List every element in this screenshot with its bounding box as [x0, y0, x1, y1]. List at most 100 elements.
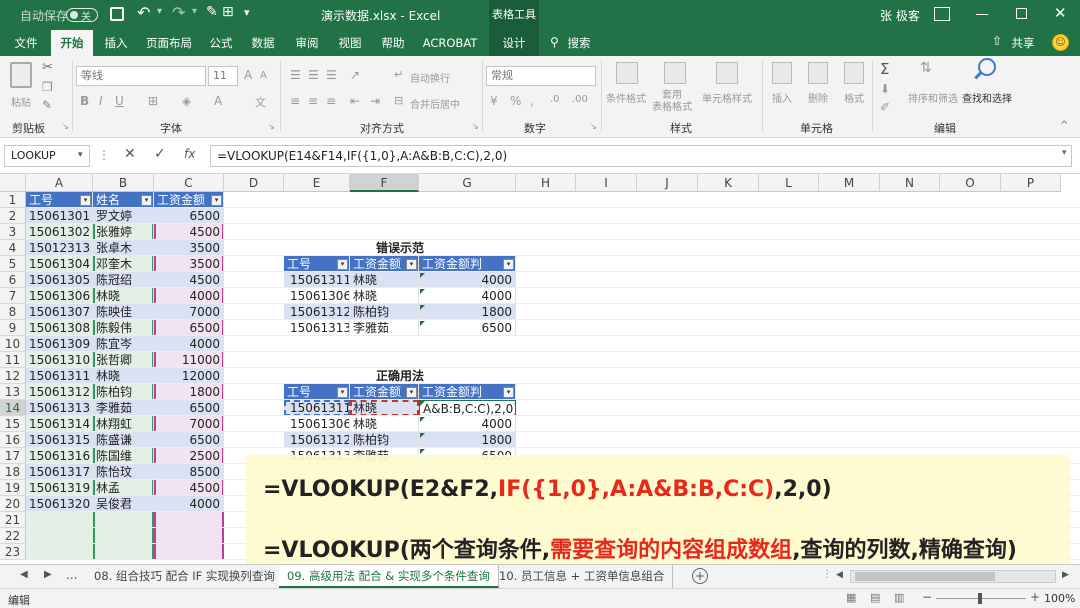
table-cell[interactable]: 15061302 — [26, 224, 93, 240]
table-cell[interactable]: 陈毅伟 — [93, 320, 154, 336]
fill-color-icon[interactable]: ◈ — [182, 94, 191, 108]
font-launcher-icon[interactable]: ↘ — [268, 122, 275, 131]
scroll-left-icon[interactable]: ◀ — [836, 570, 843, 580]
table-cell[interactable]: 吴俊君 — [93, 496, 154, 512]
filter-dropdown-icon[interactable]: ▾ — [211, 195, 222, 206]
table-cell[interactable]: 15061305 — [26, 272, 93, 288]
maximize-icon[interactable] — [1016, 8, 1027, 19]
table-cell[interactable]: 林晓 — [93, 288, 154, 304]
table-cell[interactable]: 3500 — [154, 240, 224, 256]
next-sheet-icon[interactable]: ▶ — [44, 569, 52, 580]
column-header-e[interactable]: E — [284, 174, 350, 192]
wrong-table-cell[interactable]: 1800 — [419, 304, 516, 320]
bold-icon[interactable]: B — [80, 94, 89, 108]
tab-file[interactable]: 文件 — [6, 30, 46, 56]
table-cell[interactable]: 林晓 — [93, 368, 154, 384]
table-cell[interactable]: 张卓木 — [93, 240, 154, 256]
align-center-icon[interactable]: ≡ — [308, 94, 318, 108]
correct-table-cell[interactable]: 林晓 — [350, 416, 419, 432]
font-color-icon[interactable]: A — [214, 94, 222, 108]
table-cell[interactable]: 2500 — [154, 448, 224, 464]
tab-insert[interactable]: 插入 — [98, 30, 134, 56]
row-header-14[interactable]: 14 — [0, 400, 26, 416]
tab-design[interactable]: 设计 — [489, 30, 539, 56]
table-cell[interactable]: 15061304 — [26, 256, 93, 272]
tab-split-icon[interactable]: ⋮ — [822, 569, 832, 580]
filter-dropdown-icon[interactable]: ▾ — [406, 387, 417, 398]
column-header-i[interactable]: I — [576, 174, 637, 192]
insert-cells-button[interactable]: 插入 — [772, 90, 792, 105]
sheet-tab-08[interactable]: 08. 组合技巧 配合 IF 实现换列查询 — [86, 565, 284, 588]
table-cell[interactable]: 15061307 — [26, 304, 93, 320]
table-cell[interactable]: 6500 — [154, 432, 224, 448]
clipboard-launcher-icon[interactable]: ↘ — [62, 122, 69, 131]
more-sheets[interactable]: ... — [66, 568, 77, 582]
tab-help[interactable]: 帮助 — [376, 30, 410, 56]
autosum-icon[interactable]: Σ — [880, 60, 889, 78]
row-header-4[interactable]: 4 — [0, 240, 26, 256]
table-cell[interactable]: 4000 — [154, 288, 224, 304]
autosave-toggle[interactable]: 关 — [66, 8, 98, 23]
tab-view[interactable]: 视图 — [333, 30, 367, 56]
column-header-n[interactable]: N — [880, 174, 940, 192]
row-header-6[interactable]: 6 — [0, 272, 26, 288]
table-cell[interactable]: 15061312 — [26, 384, 93, 400]
row-header-18[interactable]: 18 — [0, 464, 26, 480]
table-cell[interactable]: 7000 — [154, 304, 224, 320]
customize-qat-icon[interactable]: ▾ — [244, 6, 250, 19]
increase-font-icon[interactable]: A — [244, 68, 252, 82]
cancel-icon[interactable]: ✕ — [124, 146, 136, 162]
format-painter-ribbon-icon[interactable]: ✎ — [42, 98, 52, 112]
row-header-9[interactable]: 9 — [0, 320, 26, 336]
decrease-decimal-icon[interactable]: .00 — [572, 94, 588, 105]
minimize-icon[interactable] — [976, 14, 988, 15]
column-header-c[interactable]: C — [154, 174, 224, 192]
tab-formulas[interactable]: 公式 — [204, 30, 238, 56]
row-header-5[interactable]: 5 — [0, 256, 26, 272]
smiley-feedback-icon[interactable]: ☺ — [1052, 34, 1069, 51]
underline-icon[interactable]: U — [115, 94, 124, 108]
redo-icon[interactable]: ↷ — [172, 3, 185, 22]
conditional-format-button[interactable]: 条件格式 — [606, 90, 646, 105]
row-header-2[interactable]: 2 — [0, 208, 26, 224]
table-cell[interactable]: 15061311 — [26, 368, 93, 384]
filter-dropdown-icon[interactable]: ▾ — [503, 387, 514, 398]
tab-home[interactable]: 开始 — [51, 30, 93, 56]
tab-page-layout[interactable]: 页面布局 — [141, 30, 197, 56]
format-cells-icon[interactable] — [844, 62, 864, 84]
wrong-table-cell[interactable]: 4000 — [419, 272, 516, 288]
align-left-icon[interactable]: ≡ — [290, 94, 300, 108]
table-cell[interactable]: 15061315 — [26, 432, 93, 448]
column-header-o[interactable]: O — [940, 174, 1001, 192]
wrong-table-cell[interactable]: 陈柏钧 — [350, 304, 419, 320]
row-header-20[interactable]: 20 — [0, 496, 26, 512]
table-cell[interactable]: 15061314 — [26, 416, 93, 432]
name-box-dropdown-icon[interactable]: ▾ — [78, 150, 83, 160]
table-cell[interactable]: 15061320 — [26, 496, 93, 512]
wrong-table-cell[interactable]: 15061311 — [284, 272, 350, 288]
undo-dropdown-icon[interactable]: ▾ — [157, 6, 162, 17]
merge-center-button[interactable]: 合并后居中 — [410, 96, 460, 111]
table-cell[interactable]: 4000 — [154, 496, 224, 512]
zoom-thumb[interactable] — [978, 593, 982, 604]
row-header-13[interactable]: 13 — [0, 384, 26, 400]
row-header-12[interactable]: 12 — [0, 368, 26, 384]
tab-data[interactable]: 数据 — [246, 30, 280, 56]
increase-indent-icon[interactable]: ⇥ — [370, 94, 380, 108]
filter-dropdown-icon[interactable]: ▾ — [337, 259, 348, 270]
column-header-p[interactable]: P — [1001, 174, 1061, 192]
editing-cell-g14[interactable]: A&B:B,C:C),2,0) — [419, 400, 516, 416]
row-header-7[interactable]: 7 — [0, 288, 26, 304]
page-break-view-icon[interactable]: ▥ — [894, 591, 904, 604]
correct-table-cell[interactable]: 15061306 — [284, 416, 350, 432]
wrong-table-cell[interactable]: 15061312 — [284, 304, 350, 320]
table-cell[interactable]: 陈映佳 — [93, 304, 154, 320]
row-header-8[interactable]: 8 — [0, 304, 26, 320]
phonetic-icon[interactable]: 文 — [255, 94, 266, 110]
table-cell[interactable]: 6500 — [154, 208, 224, 224]
tab-review[interactable]: 审阅 — [290, 30, 324, 56]
table-cell[interactable]: 6500 — [154, 320, 224, 336]
correct-table-cell[interactable]: 4000 — [419, 416, 516, 432]
table-cell[interactable]: 林翔虹 — [93, 416, 154, 432]
correct-table-cell[interactable]: 1800 — [419, 432, 516, 448]
